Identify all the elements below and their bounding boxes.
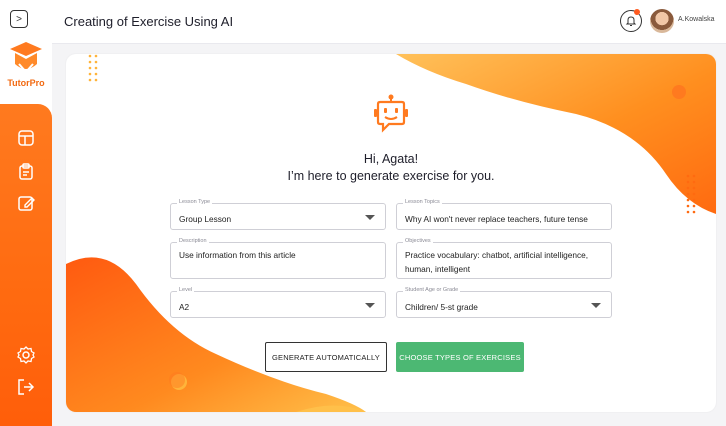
- logout-icon[interactable]: [16, 377, 36, 397]
- objectives-field[interactable]: Objectives Practice vocabulary: chatbot,…: [396, 238, 612, 279]
- lesson-type-value: Group Lesson: [179, 214, 232, 224]
- layout-icon[interactable]: [16, 128, 36, 148]
- student-age-value: Children/ 5-st grade: [405, 302, 478, 312]
- student-age-select[interactable]: Student Age or Grade Children/ 5-st grad…: [396, 287, 612, 318]
- generate-automatically-button[interactable]: GENERATE AUTOMATICALLY: [265, 342, 387, 372]
- edit-icon[interactable]: [16, 193, 36, 213]
- lesson-topics-label: Lesson Topics: [403, 199, 442, 205]
- page-title: Creating of Exercise Using AI: [64, 14, 234, 29]
- level-value: A2: [179, 302, 190, 312]
- greeting-message: I’m here to generate exercise for you.: [287, 169, 495, 183]
- choose-exercise-types-button[interactable]: CHOOSE TYPES OF EXERCISES: [396, 342, 524, 372]
- student-age-label: Student Age or Grade: [403, 287, 461, 293]
- level-label: Level: [177, 287, 195, 293]
- level-select[interactable]: Level A2: [170, 287, 386, 318]
- objectives-label: Objectives: [403, 238, 433, 244]
- sidebar: > TutorPro: [0, 0, 52, 426]
- notification-dot: [634, 9, 640, 15]
- clipboard-icon[interactable]: [16, 162, 36, 182]
- brand-name: TutorPro: [7, 78, 45, 88]
- greeting-name: Hi, Agata!: [363, 152, 419, 166]
- bell-icon: [625, 16, 637, 26]
- robot-icon: [374, 94, 408, 133]
- tutorpro-logo: [10, 42, 42, 74]
- description-value: Use information from this article: [179, 250, 296, 260]
- description-label: Description: [177, 238, 209, 244]
- chevron-down-icon: [591, 303, 601, 308]
- user-name[interactable]: A.Kowalska: [678, 16, 715, 23]
- collapse-sidebar-icon[interactable]: >: [10, 10, 28, 28]
- top-bar: Creating of Exercise Using AI A.Kowalska: [52, 0, 726, 44]
- lesson-type-select[interactable]: Lesson Type Group Lesson: [170, 199, 386, 230]
- lesson-topics-value: Why AI won't never replace teachers, fut…: [405, 214, 588, 224]
- chevron-down-icon: [365, 303, 375, 308]
- objectives-value: Practice vocabulary: chatbot, artificial…: [405, 250, 589, 274]
- lesson-topics-field[interactable]: Lesson Topics Why AI won't never replace…: [396, 199, 612, 230]
- exercise-generator-card: Hi, Agata! I’m here to generate exercise…: [66, 54, 716, 412]
- settings-icon[interactable]: [16, 345, 36, 365]
- chevron-down-icon: [365, 215, 375, 220]
- avatar[interactable]: [650, 9, 674, 33]
- description-field[interactable]: Description Use information from this ar…: [170, 238, 386, 279]
- lesson-type-label: Lesson Type: [177, 199, 213, 205]
